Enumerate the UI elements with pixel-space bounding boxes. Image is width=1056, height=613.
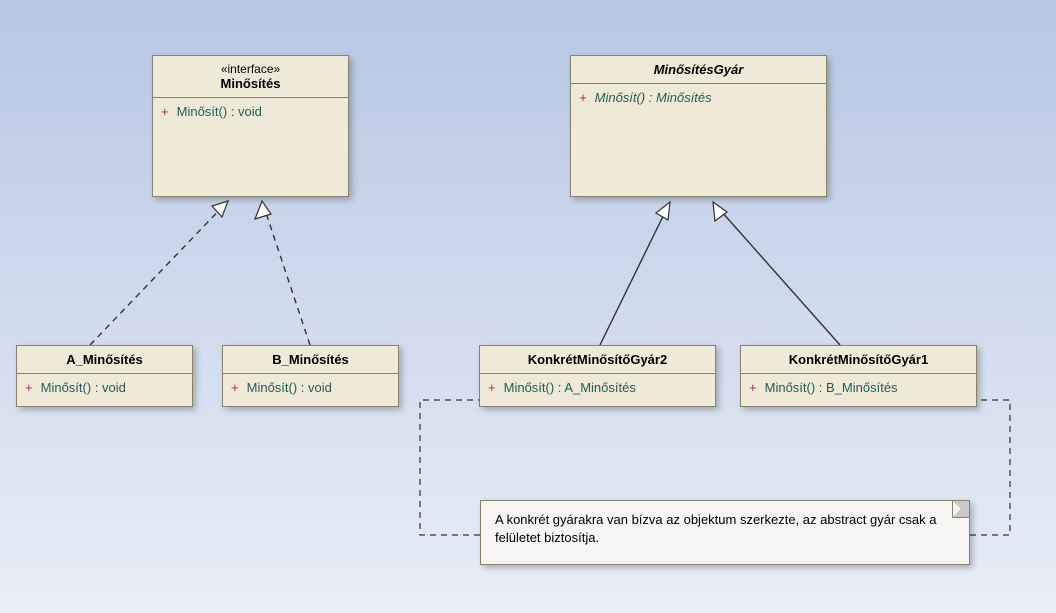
op-text: Minősít() : void xyxy=(177,104,262,119)
class-name: KonkrétMinősítőGyár1 xyxy=(749,352,968,367)
class-name: A_Minősítés xyxy=(25,352,184,367)
class-konkret-gyar-2: KonkrétMinősítőGyár2 + Minősít() : A_Min… xyxy=(479,345,716,407)
operation: + Minősít() : A_Minősítés xyxy=(488,380,636,395)
op-text: Minősít() : B_Minősítés xyxy=(765,380,898,395)
visibility: + xyxy=(161,104,173,119)
visibility: + xyxy=(25,380,37,395)
operation: + Minősít() : void xyxy=(161,104,262,119)
class-a-minosites: A_Minősítés + Minősít() : void xyxy=(16,345,193,407)
visibility: + xyxy=(579,90,591,105)
class-name: MinősítésGyár xyxy=(579,62,818,77)
class-name: Minősítés xyxy=(161,76,340,91)
operation: + Minősít() : void xyxy=(25,380,126,395)
diagram-canvas: «interface» Minősítés + Minősít() : void… xyxy=(0,0,1056,613)
operation: + Minősít() : B_Minősítés xyxy=(749,380,898,395)
uml-note: A konkrét gyárakra van bízva az objektum… xyxy=(480,500,970,565)
op-text: Minősít() : Minősítés xyxy=(595,90,712,105)
operation: + Minősít() : void xyxy=(231,380,332,395)
visibility: + xyxy=(231,380,243,395)
visibility: + xyxy=(488,380,500,395)
class-konkret-gyar-1: KonkrétMinősítőGyár1 + Minősít() : B_Min… xyxy=(740,345,977,407)
op-text: Minősít() : void xyxy=(247,380,332,395)
stereotype-label: «interface» xyxy=(161,62,340,76)
op-text: Minősít() : A_Minősítés xyxy=(504,380,636,395)
class-name: B_Minősítés xyxy=(231,352,390,367)
note-text: A konkrét gyárakra van bízva az objektum… xyxy=(495,512,936,545)
class-minosites-gyar: MinősítésGyár + Minősít() : Minősítés xyxy=(570,55,827,197)
operation: + Minősít() : Minősítés xyxy=(579,90,712,105)
op-text: Minősít() : void xyxy=(41,380,126,395)
class-interface-minosites: «interface» Minősítés + Minősít() : void xyxy=(152,55,349,197)
class-name: KonkrétMinősítőGyár2 xyxy=(488,352,707,367)
visibility: + xyxy=(749,380,761,395)
class-b-minosites: B_Minősítés + Minősít() : void xyxy=(222,345,399,407)
